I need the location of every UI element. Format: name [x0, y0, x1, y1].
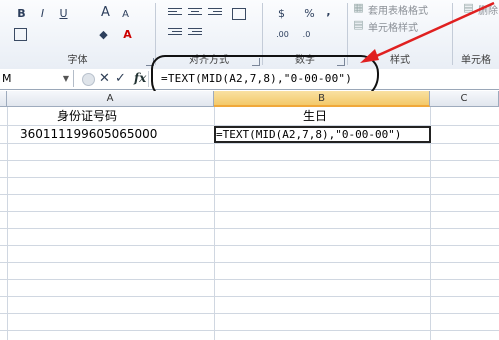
select-all-corner[interactable] — [0, 91, 7, 107]
row-12 — [0, 297, 499, 314]
increase-indent-icon[interactable] — [188, 28, 202, 40]
decrease-indent-icon[interactable] — [168, 28, 182, 40]
cells-group: ▤ 删除 单元格 — [453, 0, 499, 69]
font-group-label: 字体 — [67, 55, 88, 66]
percent-button[interactable]: % — [302, 7, 317, 21]
row-9 — [0, 246, 499, 263]
row-8 — [0, 229, 499, 246]
row-6 — [0, 195, 499, 212]
column-header-a[interactable]: A — [7, 91, 214, 107]
align-right-icon[interactable] — [208, 8, 222, 20]
row-5 — [0, 178, 499, 195]
align-center-icon[interactable] — [188, 8, 202, 20]
cell-styles-button[interactable]: 单元格样式 — [368, 19, 418, 34]
increase-decimal-icon[interactable]: .00 — [275, 28, 290, 42]
underline-button[interactable]: U — [56, 7, 71, 21]
name-box[interactable]: M ▼ — [0, 70, 74, 87]
row-11 — [0, 280, 499, 297]
italic-button[interactable]: I — [35, 7, 50, 21]
row-7 — [0, 212, 499, 229]
name-box-dropdown-icon[interactable]: ▼ — [63, 70, 69, 87]
cell-a1[interactable]: 身份证号码 — [57, 108, 117, 125]
bold-button[interactable]: B — [14, 7, 29, 21]
cells-group-label: 单元格 — [461, 55, 491, 66]
font-group: B I U A A ◆ A 字体 — [0, 0, 155, 69]
cell-b1[interactable]: 生日 — [303, 108, 327, 125]
merge-center-icon[interactable] — [232, 8, 246, 20]
formula-bar-handle-icon — [82, 73, 95, 86]
font-color-icon[interactable]: A — [120, 28, 135, 42]
fill-color-icon[interactable]: ◆ — [96, 28, 111, 42]
delete-button[interactable]: 删除 — [478, 2, 498, 17]
enter-icon[interactable]: ✓ — [115, 70, 126, 87]
delete-icon[interactable]: ▤ — [461, 1, 476, 15]
cell-b2[interactable]: =TEXT(MID(A2,7,8),"0-00-00") — [216, 126, 401, 143]
name-box-value: M — [2, 72, 12, 85]
currency-button[interactable]: $ — [274, 7, 289, 21]
table-format-button[interactable]: 套用表格格式 — [368, 2, 428, 17]
cancel-icon[interactable]: ✕ — [99, 70, 110, 87]
row-4 — [0, 161, 499, 178]
column-header-c[interactable]: C — [430, 91, 499, 107]
cell-styles-icon[interactable]: ▤ — [351, 18, 366, 32]
grow-font-button[interactable]: A — [98, 6, 113, 20]
cell-a2[interactable]: 360111199605065000 — [20, 126, 157, 143]
shrink-font-button[interactable]: A — [118, 8, 133, 22]
comma-button[interactable]: , — [321, 5, 336, 19]
row-13 — [0, 314, 499, 331]
insert-function-icon[interactable]: fx — [134, 70, 146, 87]
row-10 — [0, 263, 499, 280]
align-left-icon[interactable] — [168, 8, 182, 20]
row-3 — [0, 144, 499, 161]
decrease-decimal-icon[interactable]: .0 — [299, 28, 314, 42]
border-icon[interactable] — [14, 28, 27, 41]
column-header-b[interactable]: B — [214, 91, 430, 107]
table-format-icon[interactable]: ▦ — [351, 1, 366, 15]
